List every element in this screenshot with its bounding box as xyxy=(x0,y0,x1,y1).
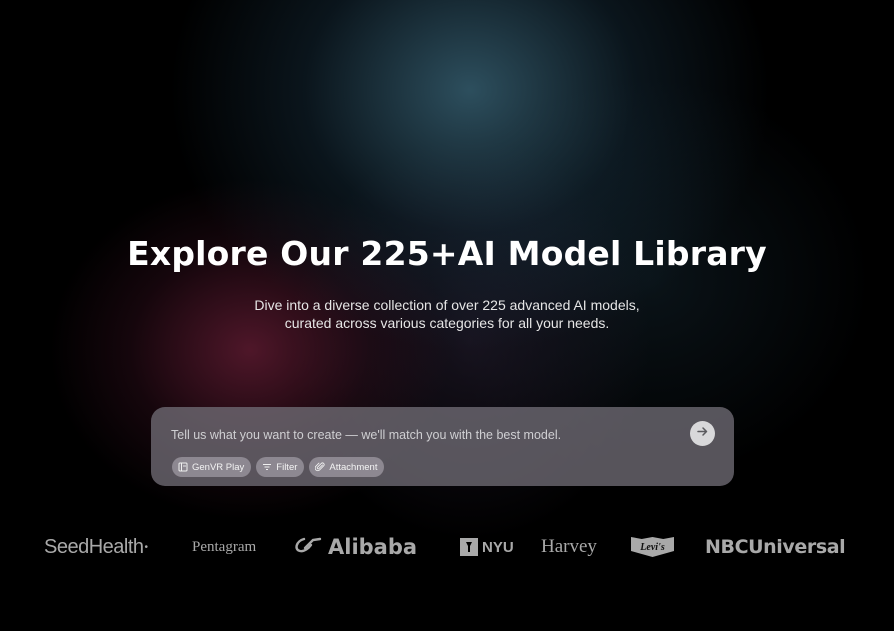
page-subtitle: Dive into a diverse collection of over 2… xyxy=(0,296,894,332)
client-logos-row: SeedHealth • Pentagram Alibaba NYU Harvey… xyxy=(0,530,894,564)
logo-levis-text: Levi's xyxy=(640,541,665,553)
chip-genvr-play-label: GenVR Play xyxy=(192,461,245,473)
prompt-box: GenVR Play Filter Attachment xyxy=(151,407,734,486)
logo-alibaba-text: Alibaba xyxy=(328,535,418,559)
logo-harvey-text: Harvey xyxy=(541,536,597,557)
chip-attachment[interactable]: Attachment xyxy=(309,457,385,477)
prompt-input[interactable] xyxy=(171,425,671,445)
logo-levis: Levi's xyxy=(631,530,674,564)
chip-filter-label: Filter xyxy=(276,461,298,473)
logo-nbcuniversal: NBCUniversal xyxy=(705,530,846,564)
logo-seedhealth: SeedHealth • xyxy=(44,530,148,564)
logo-alibaba: Alibaba xyxy=(294,530,417,564)
logo-pentagram-text: Pentagram xyxy=(192,538,257,555)
page-title: Explore Our 225+AI Model Library xyxy=(127,234,767,273)
logo-nyu: NYU xyxy=(460,530,514,564)
arrow-right-icon xyxy=(696,425,709,443)
prompt-chips: GenVR Play Filter Attachment xyxy=(172,457,385,477)
logo-seedhealth-mark: • xyxy=(144,541,149,553)
logo-harvey: Harvey xyxy=(541,530,597,564)
subtitle-line-1: Dive into a diverse collection of over 2… xyxy=(254,297,640,313)
chip-genvr-play[interactable]: GenVR Play xyxy=(172,457,252,477)
chip-filter[interactable]: Filter xyxy=(256,457,305,477)
play-panel-icon xyxy=(178,462,188,472)
levis-badge-icon: Levi's xyxy=(631,537,674,557)
send-button[interactable] xyxy=(690,421,715,446)
nyu-torch-icon xyxy=(460,538,478,556)
filter-lines-icon xyxy=(262,462,272,472)
logo-nbcuniversal-text: NBCUniversal xyxy=(705,536,846,558)
logo-nyu-text: NYU xyxy=(482,538,514,556)
logo-seedhealth-text: SeedHealth xyxy=(44,535,144,558)
logo-pentagram: Pentagram xyxy=(192,530,256,564)
alibaba-mark-icon xyxy=(294,535,322,559)
paperclip-icon xyxy=(315,462,325,472)
subtitle-line-2: curated across various categories for al… xyxy=(284,315,610,331)
chip-attachment-label: Attachment xyxy=(329,461,378,473)
